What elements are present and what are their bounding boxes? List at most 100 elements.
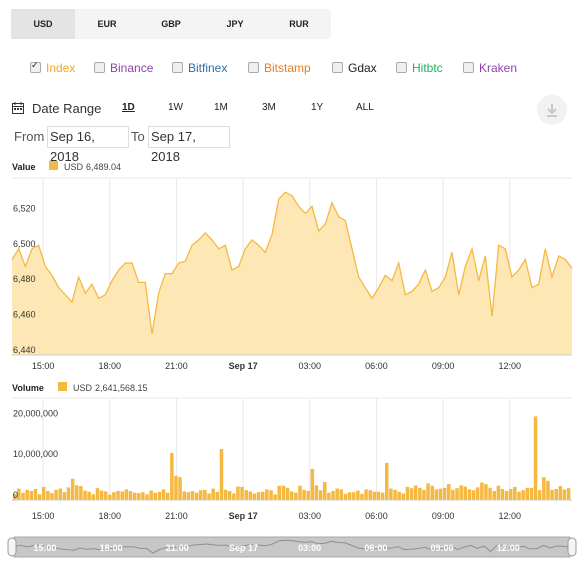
volume-bar [455,488,459,500]
volume-bar [376,491,381,500]
volume-bar [261,491,265,500]
checkbox-icon [172,62,183,73]
volume-bar [95,488,100,500]
volume-bar [211,488,215,500]
volume-bar [513,486,517,500]
value-x-tick: 12:00 [499,361,522,371]
range-1d-button[interactable]: 1D [122,102,135,113]
volume-bar [248,491,253,500]
volume-bar [182,491,187,500]
volume-bar [75,485,79,500]
range-1w-button[interactable]: 1W [168,102,183,113]
volume-bar [480,482,484,500]
volume-bar [132,492,137,500]
volume-bar [451,489,455,500]
volume-bar [327,492,331,500]
volume-bar [389,488,393,500]
volume-bar [54,489,58,500]
volume-bar [310,469,315,500]
volume-bar [70,478,75,500]
volume-bar [137,493,141,500]
volume-bar [413,485,418,500]
volume-bar [467,489,472,500]
exchange-bitstamp-checkbox[interactable]: Bitstamp [248,61,311,75]
volume-bar [281,485,286,500]
navigator-x-tick: 21:00 [166,543,189,553]
tab-jpy[interactable]: JPY [203,9,267,39]
range-1m-button[interactable]: 1M [214,102,228,113]
checkbox-icon [396,62,407,73]
navigator-x-tick: 09:00 [431,543,454,553]
volume-bar [99,490,104,500]
volume-bar [339,489,344,500]
volume-bar [145,494,149,500]
date-range-label: Date Range [32,101,102,116]
from-date-input[interactable]: Sep 16, 2018 [47,126,129,164]
volume-bar [87,491,91,500]
volume-bar [331,491,335,500]
exchange-hitbtc-checkbox[interactable]: Hitbtc [396,61,443,75]
volume-bar [492,491,497,500]
volume-bar [285,487,290,500]
exchange-gdax-checkbox[interactable]: Gdax [332,61,377,75]
volume-bar [41,486,46,500]
volume-bar [190,491,195,500]
range-all-button[interactable]: ALL [356,102,374,113]
volume-x-tick: 15:00 [32,511,55,521]
volume-bar [351,492,356,500]
download-button[interactable] [537,95,567,125]
volume-bar [294,492,298,500]
from-label: From [14,129,45,144]
volume-bar [194,492,199,500]
exchange-kraken-checkbox[interactable]: Kraken [463,61,517,75]
navigator-left-handle [7,537,17,557]
volume-bar [302,489,306,500]
range-1y-button[interactable]: 1Y [311,102,323,113]
tab-rur[interactable]: RUR [267,9,331,39]
checkbox-icon [332,62,343,73]
volume-bar [368,490,373,500]
volume-bar [459,485,463,500]
value-y-tick: 6,480 [13,274,36,284]
volume-bar [496,485,501,500]
calendar-icon [12,102,24,114]
volume-bar [306,491,311,500]
range-3m-button[interactable]: 3M [262,102,276,113]
exchange-label: Bitstamp [264,61,311,75]
volume-bar [550,489,554,500]
volume-bar [223,489,228,500]
volume-bar [434,489,439,500]
volume-bar [116,491,120,500]
volume-bar [533,416,538,500]
exchange-index-checkbox[interactable]: Index [30,60,76,75]
checkbox-icon [248,62,259,73]
volume-y-tick: 0 [13,490,18,500]
volume-bar [463,486,468,500]
volume-bar [207,493,211,500]
value-legend-value: 6,489.04 [86,162,121,172]
exchange-label: Index [46,61,76,75]
volume-bar [438,488,443,500]
exchange-bitfinex-checkbox[interactable]: Bitfinex [172,61,227,75]
tab-eur[interactable]: EUR [75,9,139,39]
tab-gbp[interactable]: GBP [139,9,203,39]
navigator-x-tick: 18:00 [100,543,123,553]
volume-chart: Volume USD 2,641,568.15 0 10,000,000 20,000,0… [12,382,572,521]
value-x-tick: 09:00 [432,361,455,371]
volume-x-tick: 21:00 [165,511,188,521]
volume-bar [256,492,261,500]
volume-bar [33,489,38,500]
volume-bar [174,475,178,500]
exchange-label: Gdax [348,61,377,75]
volume-bar [79,486,83,500]
volume-bar [488,487,492,500]
to-date-input[interactable]: Sep 17, 2018 [148,126,230,164]
exchange-binance-checkbox[interactable]: Binance [94,61,153,75]
navigator-x-tick: 03:00 [298,543,321,553]
volume-bar [165,492,170,500]
tab-usd[interactable]: USD [11,9,75,39]
navigator-x-tick: 15:00 [33,543,56,553]
volume-bar [484,484,488,500]
volume-bar [385,462,389,500]
volume-bar [66,487,71,500]
